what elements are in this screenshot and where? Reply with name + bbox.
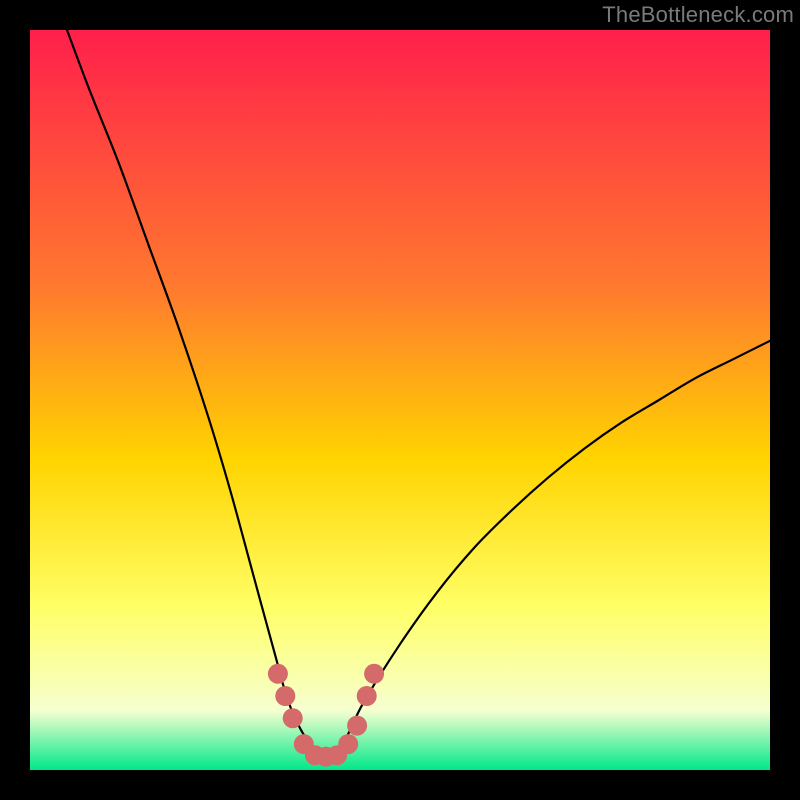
marker-point [357,686,377,706]
watermark-text: TheBottleneck.com [602,2,794,28]
marker-point [338,734,358,754]
marker-point [268,664,288,684]
chart-frame: TheBottleneck.com [0,0,800,800]
chart-svg [30,30,770,770]
marker-point [347,716,367,736]
plot-area [30,30,770,770]
marker-point [364,664,384,684]
marker-point [283,708,303,728]
marker-point [275,686,295,706]
